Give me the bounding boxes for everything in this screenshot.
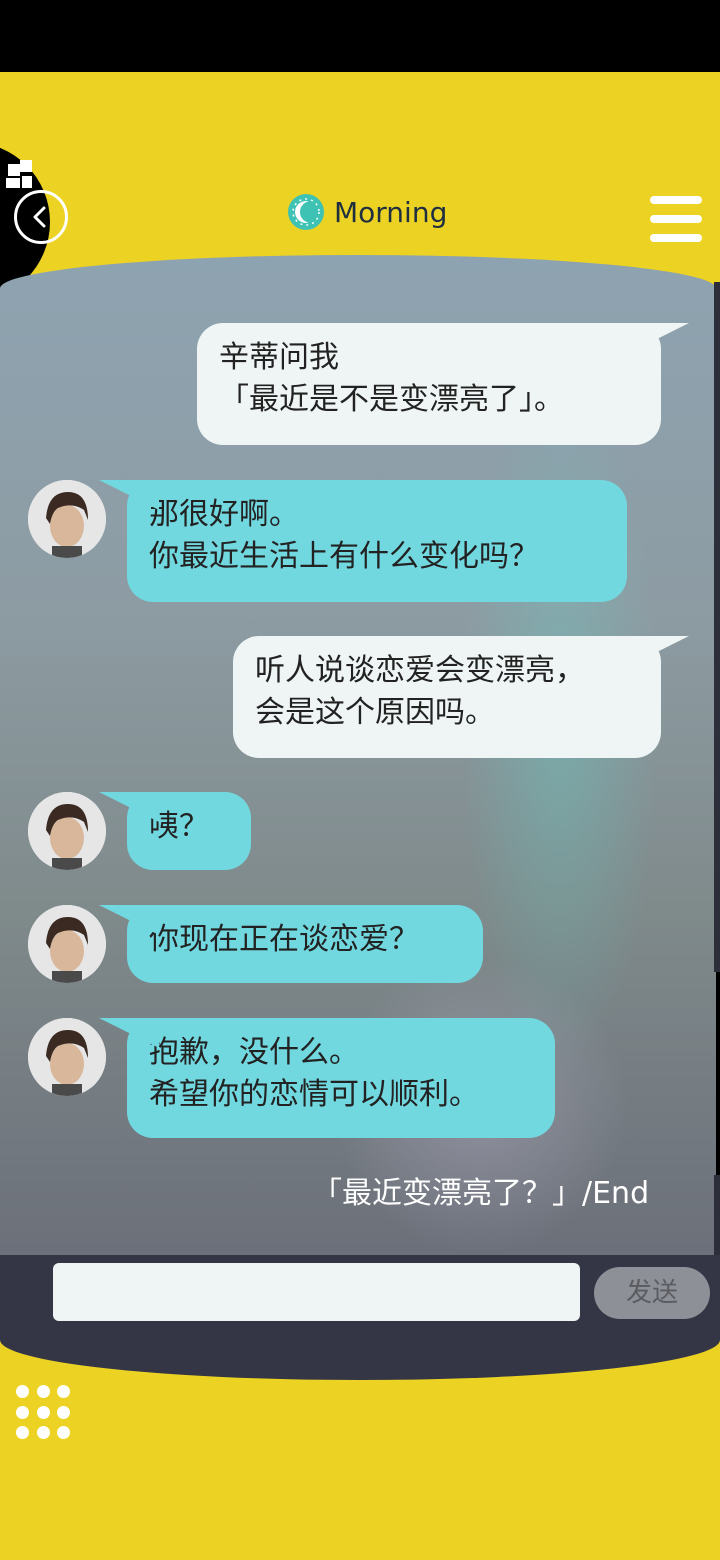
header-title-group: Morning (288, 192, 447, 232)
page-title: Morning (334, 195, 448, 229)
message-line: 「最近是不是变漂亮了」。 (219, 382, 564, 417)
avatar[interactable] (28, 792, 106, 870)
message-line: 辛蒂问我 (219, 340, 339, 375)
story-end-label: 「最近变漂亮了？」/End (312, 1176, 650, 1211)
avatar[interactable] (28, 1018, 106, 1096)
message-line: 咦？ (149, 809, 209, 844)
message-bubble-me: 听人说谈恋爱会变漂亮， 会是这个原因吗。 (233, 636, 689, 758)
message-bubble-npc: 你现在正在谈恋爱？ (99, 905, 483, 983)
message-line: 那很好啊。 (149, 497, 299, 532)
edge-strip (714, 1175, 720, 1255)
puzzle-icon[interactable] (0, 140, 42, 212)
header: Morning (0, 170, 720, 260)
message-bubble-npc: 那很好啊。 你最近生活上有什么变化吗？ (99, 480, 627, 602)
input-bar: 发送 (0, 1255, 720, 1380)
message-line: 听人说谈恋爱会变漂亮， (255, 653, 585, 688)
message-bubble-me: 辛蒂问我 「最近是不是变漂亮了」。 (197, 323, 689, 445)
message-line: 希望你的恋情可以顺利。 (149, 1077, 479, 1112)
message-bubble-npc: 抱歉，没什么。 希望你的恋情可以顺利。 (99, 1018, 555, 1138)
message-line: 你最近生活上有什么变化吗？ (149, 539, 539, 574)
edge-strip (714, 282, 720, 972)
message-bubble-npc: 咦？ (99, 792, 251, 870)
message-line: 抱歉，没什么。 (149, 1035, 359, 1070)
message-line: 会是这个原因吗。 (255, 695, 495, 730)
status-bar (0, 0, 720, 72)
send-button[interactable]: 发送 (594, 1267, 710, 1319)
moon-sun-icon (288, 194, 324, 230)
avatar[interactable] (28, 480, 106, 558)
hamburger-menu-icon[interactable] (650, 196, 702, 242)
grid-menu-icon[interactable] (16, 1385, 72, 1441)
message-line: 你现在正在谈恋爱？ (149, 922, 419, 957)
message-input[interactable] (53, 1263, 580, 1321)
avatar[interactable] (28, 905, 106, 983)
